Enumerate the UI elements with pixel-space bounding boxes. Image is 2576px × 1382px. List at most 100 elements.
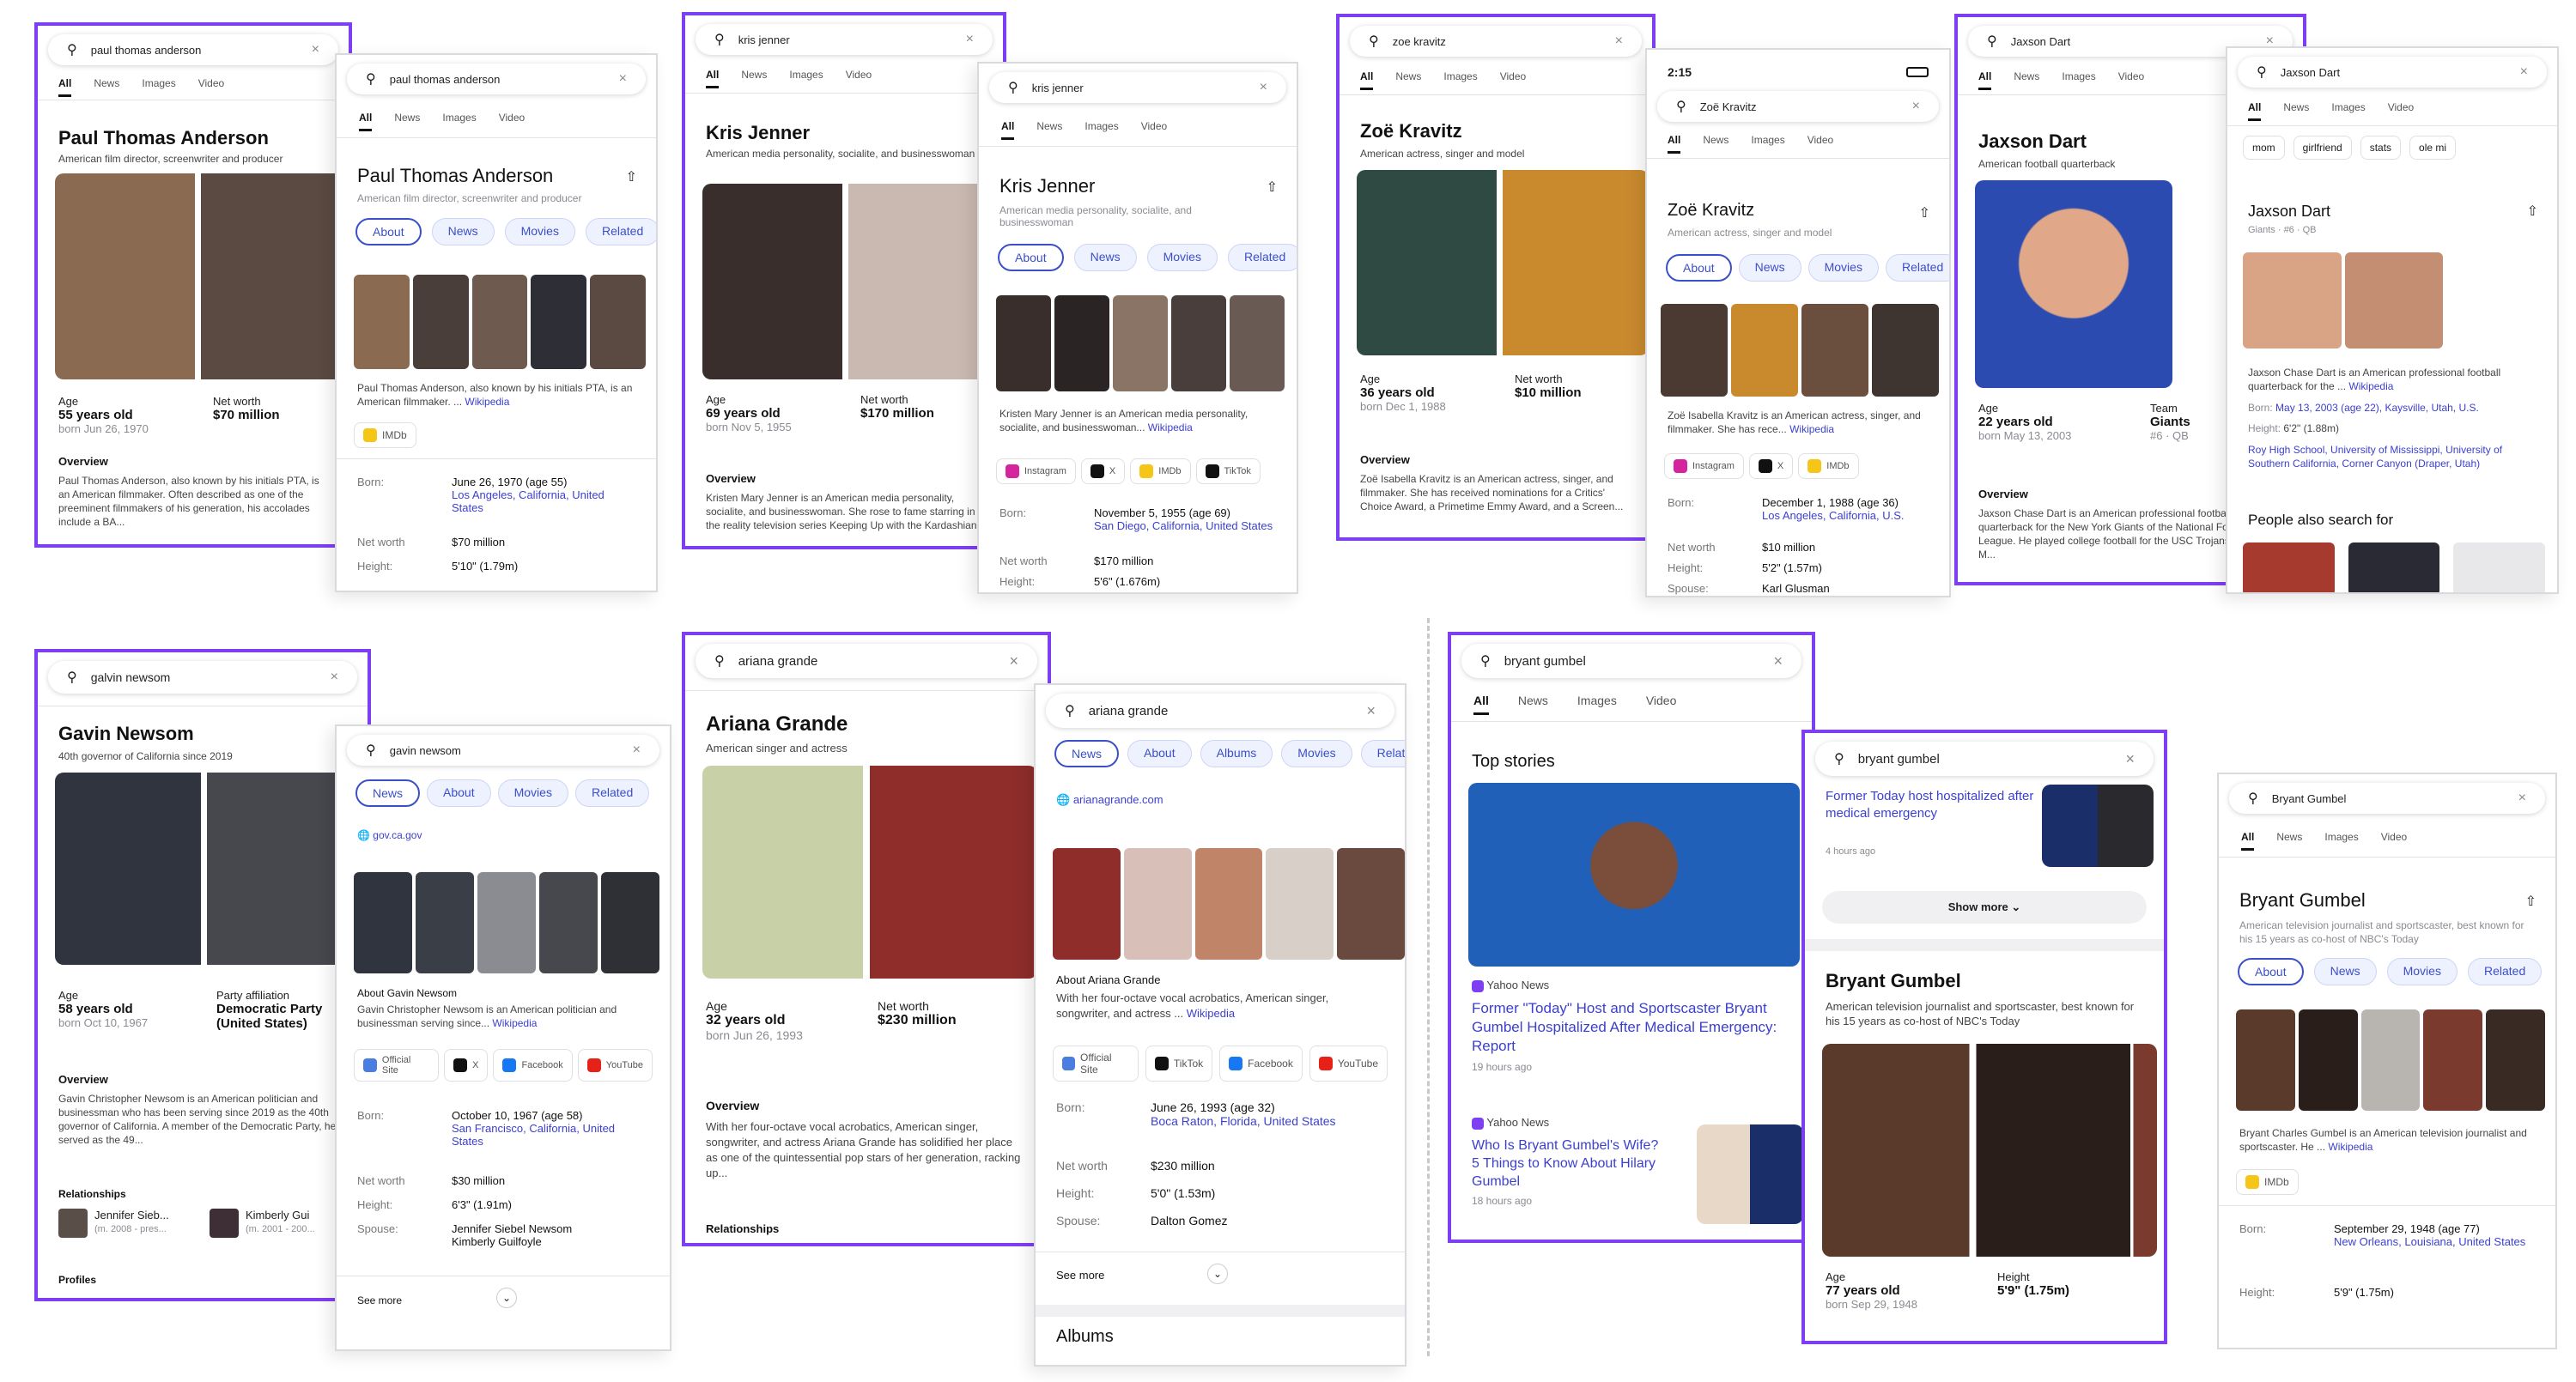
pill-news[interactable]: News bbox=[431, 218, 495, 245]
search-query[interactable]: paul thomas anderson bbox=[390, 73, 619, 86]
search-bar[interactable]: ⚲ Zoë Kravitz × bbox=[1657, 91, 1939, 122]
tab-news[interactable]: News bbox=[2283, 101, 2309, 121]
pill-news[interactable]: News bbox=[1738, 254, 1801, 282]
story-2-image[interactable] bbox=[1697, 1124, 1803, 1224]
birthplace-link[interactable]: Los Angeles, California, United States bbox=[452, 488, 605, 514]
imdb-link[interactable]: IMDb bbox=[1130, 458, 1191, 484]
image-strip[interactable] bbox=[1661, 304, 1939, 397]
pill-albums[interactable]: Albums bbox=[1200, 740, 1273, 767]
search-bar[interactable]: ⚲ zoe kravitz × bbox=[1350, 26, 1642, 57]
tab-all[interactable]: All bbox=[1473, 694, 1489, 715]
wikipedia-link[interactable]: Wikipedia bbox=[2328, 1141, 2372, 1153]
pill-related[interactable]: Related bbox=[2467, 958, 2543, 985]
chip-ole-miss[interactable]: ole mi bbox=[2409, 136, 2457, 160]
wikipedia-link[interactable]: Wikipedia bbox=[1789, 423, 1834, 435]
story-image[interactable] bbox=[1468, 783, 1800, 967]
pill-movies[interactable]: Movies bbox=[1807, 254, 1879, 282]
image-strip[interactable] bbox=[354, 275, 646, 369]
search-query[interactable]: galvin newsom bbox=[91, 670, 331, 684]
pill-about[interactable]: About bbox=[1127, 740, 1192, 767]
search-query[interactable]: Zoë Kravitz bbox=[1700, 100, 1912, 113]
search-bar[interactable]: ⚲ ariana grande × bbox=[1046, 694, 1394, 728]
tiktok-link[interactable]: TikTok bbox=[1145, 1046, 1213, 1082]
pill-movies[interactable]: Movies bbox=[1281, 740, 1352, 767]
pill-movies[interactable]: Movies bbox=[504, 218, 575, 245]
wikipedia-link[interactable]: Wikipedia bbox=[1187, 1007, 1235, 1020]
share-icon[interactable]: ⇧ bbox=[2525, 893, 2537, 910]
tab-news[interactable]: News bbox=[94, 77, 119, 97]
tab-video[interactable]: Video bbox=[1807, 134, 1833, 154]
story-image[interactable] bbox=[2042, 785, 2154, 867]
clear-icon[interactable]: × bbox=[1366, 702, 1376, 720]
search-query[interactable]: paul thomas anderson bbox=[91, 44, 312, 57]
search-bar[interactable]: ⚲ Bryant Gumbel × bbox=[2229, 783, 2545, 814]
chevron-down-icon[interactable]: ⌄ bbox=[496, 1288, 517, 1308]
tab-all[interactable]: All bbox=[2248, 101, 2262, 121]
youtube-link[interactable]: YouTube bbox=[1309, 1046, 1388, 1082]
search-query[interactable]: zoe kravitz bbox=[1393, 35, 1615, 48]
instagram-link[interactable]: Instagram bbox=[996, 458, 1076, 484]
search-query[interactable]: Bryant Gumbel bbox=[2272, 792, 2518, 805]
pill-movies[interactable]: Movies bbox=[2386, 958, 2458, 985]
tab-news[interactable]: News bbox=[1036, 120, 1062, 140]
tab-video[interactable]: Video bbox=[846, 69, 872, 88]
search-bar[interactable]: ⚲ bryant gumbel × bbox=[1815, 742, 2154, 776]
tab-images[interactable]: Images bbox=[442, 112, 476, 131]
official-site-link[interactable]: 🌐 gov.ca.gov bbox=[357, 829, 422, 841]
official-site-button[interactable]: Official Site bbox=[354, 1049, 440, 1082]
search-query[interactable]: Jaxson Dart bbox=[2281, 66, 2520, 79]
clear-icon[interactable]: × bbox=[1260, 80, 1267, 95]
search-bar[interactable]: ⚲ paul thomas anderson × bbox=[347, 64, 646, 94]
chip-mom[interactable]: mom bbox=[2243, 136, 2285, 160]
see-more-button[interactable]: See more bbox=[1056, 1269, 1104, 1282]
tab-all[interactable]: All bbox=[2241, 831, 2255, 851]
pill-about[interactable]: About bbox=[427, 779, 491, 807]
wikipedia-link[interactable]: Wikipedia bbox=[2348, 380, 2393, 392]
imdb-link[interactable]: IMDb bbox=[1798, 453, 1859, 479]
tab-all[interactable]: All bbox=[1360, 70, 1374, 90]
share-icon[interactable]: ⇧ bbox=[2527, 203, 2538, 220]
x-link[interactable]: X bbox=[444, 1049, 489, 1082]
pill-movies[interactable]: Movies bbox=[1146, 244, 1218, 271]
related-people[interactable] bbox=[2243, 542, 2545, 592]
wikipedia-link[interactable]: Wikipedia bbox=[465, 396, 509, 408]
tab-video[interactable]: Video bbox=[1141, 120, 1167, 140]
tab-all[interactable]: All bbox=[359, 112, 373, 131]
clear-icon[interactable]: × bbox=[1912, 99, 1920, 114]
pill-related[interactable]: Related bbox=[585, 218, 656, 245]
clear-icon[interactable]: × bbox=[1615, 33, 1623, 49]
facebook-link[interactable]: Facebook bbox=[1219, 1046, 1303, 1082]
tiktok-link[interactable]: TikTok bbox=[1195, 458, 1261, 484]
tab-images[interactable]: Images bbox=[2331, 101, 2365, 121]
tab-all[interactable]: All bbox=[1001, 120, 1015, 140]
search-query[interactable]: ariana grande bbox=[738, 654, 1010, 669]
search-bar[interactable]: ⚲ Jaxson Dart × bbox=[2238, 57, 2547, 88]
tab-news[interactable]: News bbox=[394, 112, 420, 131]
pill-news[interactable]: News bbox=[2313, 958, 2377, 985]
pill-related[interactable]: Related bbox=[1360, 740, 1405, 767]
official-site-button[interactable]: Official Site bbox=[1053, 1046, 1139, 1082]
youtube-link[interactable]: YouTube bbox=[577, 1049, 653, 1082]
pill-news[interactable]: News bbox=[1054, 740, 1120, 767]
relationship-1[interactable]: Jennifer Sieb... (m. 2008 - pres... bbox=[58, 1209, 169, 1238]
x-link[interactable]: X bbox=[1748, 453, 1794, 479]
search-bar[interactable]: ⚲ gavin newsom × bbox=[347, 735, 659, 766]
tab-images[interactable]: Images bbox=[1577, 694, 1617, 715]
clear-icon[interactable]: × bbox=[2518, 791, 2526, 806]
clear-icon[interactable]: × bbox=[312, 42, 319, 58]
tab-video[interactable]: Video bbox=[499, 112, 525, 131]
row-education[interactable]: Roy High School, University of Mississip… bbox=[2248, 443, 2540, 470]
birthplace-link[interactable]: Boca Raton, Florida, United States bbox=[1151, 1114, 1336, 1128]
tab-images[interactable]: Images bbox=[142, 77, 175, 97]
chip-stats[interactable]: stats bbox=[2360, 136, 2402, 160]
search-bar[interactable]: ⚲ paul thomas anderson × bbox=[48, 34, 338, 65]
chevron-down-icon[interactable]: ⌄ bbox=[1207, 1264, 1228, 1284]
search-bar[interactable]: ⚲ galvin newsom × bbox=[48, 661, 357, 694]
pill-related[interactable]: Related bbox=[1227, 244, 1297, 271]
tab-all[interactable]: All bbox=[1978, 70, 1992, 90]
pill-about[interactable]: About bbox=[355, 218, 422, 245]
tab-video[interactable]: Video bbox=[2118, 70, 2144, 90]
share-icon[interactable]: ⇧ bbox=[626, 168, 637, 185]
clear-icon[interactable]: × bbox=[966, 32, 974, 47]
share-icon[interactable]: ⇧ bbox=[1919, 204, 1930, 221]
